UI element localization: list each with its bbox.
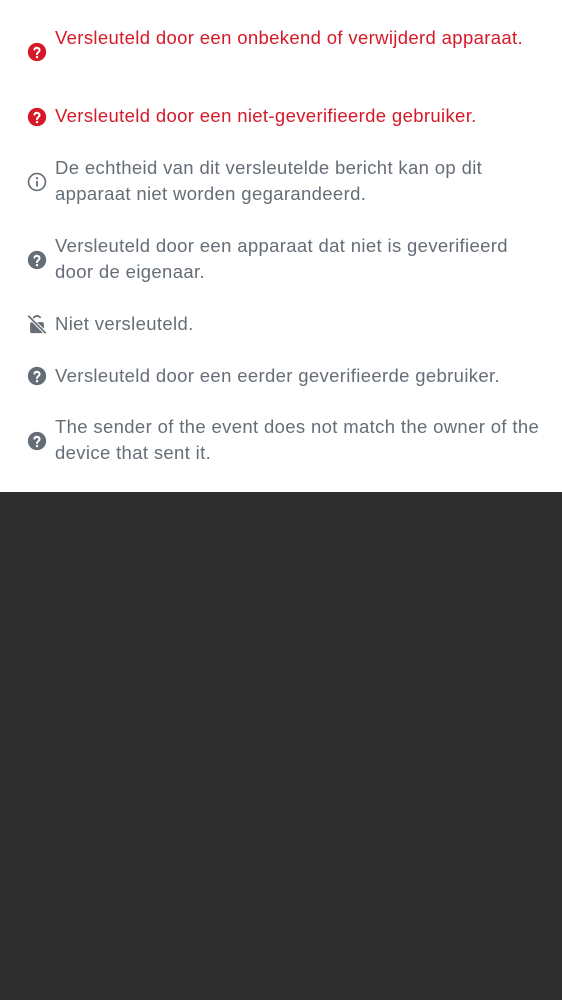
legend-item-previously-verified: Versleuteld door een eerder geverifieerd… xyxy=(0,362,562,390)
legend-item-unknown-device: Versleuteld door een onbekend of verwijd… xyxy=(0,24,562,78)
legend-item-text: Versleuteld door een onbekend of verwijd… xyxy=(55,27,523,48)
legend-item-text: Versleuteld door een eerder geverifieerd… xyxy=(55,365,501,386)
grey-question-circle-icon xyxy=(26,365,48,387)
legend-item-text: Versleuteld door een niet-geverifieerde … xyxy=(55,105,477,126)
grey-question-circle-icon xyxy=(26,430,48,452)
lower-dark-area xyxy=(0,492,562,1000)
red-question-circle-icon xyxy=(26,106,48,128)
legend-item-text: Versleuteld door een apparaat dat niet i… xyxy=(55,235,508,282)
info-circle-icon xyxy=(26,171,48,193)
red-question-circle-icon xyxy=(26,41,48,63)
legend-item-text: Niet versleuteld. xyxy=(55,313,194,334)
legend-item-text: The sender of the event does not match t… xyxy=(55,416,540,463)
lock-off-icon xyxy=(26,313,48,335)
legend-item-unverified-user: Versleuteld door een niet-geverifieerde … xyxy=(0,102,562,130)
legend-item-not-encrypted: Niet versleuteld. xyxy=(0,310,562,338)
shield-legend-panel: Versleuteld door een onbekend of verwijd… xyxy=(0,0,562,492)
legend-item-authenticity: De echtheid van dit versleutelde bericht… xyxy=(0,154,562,208)
legend-item-sender-mismatch: The sender of the event does not match t… xyxy=(0,413,562,467)
legend-item-text: De echtheid van dit versleutelde bericht… xyxy=(55,157,483,204)
grey-question-circle-icon xyxy=(26,249,48,271)
legend-item-unverified-device: Versleuteld door een apparaat dat niet i… xyxy=(0,232,562,286)
